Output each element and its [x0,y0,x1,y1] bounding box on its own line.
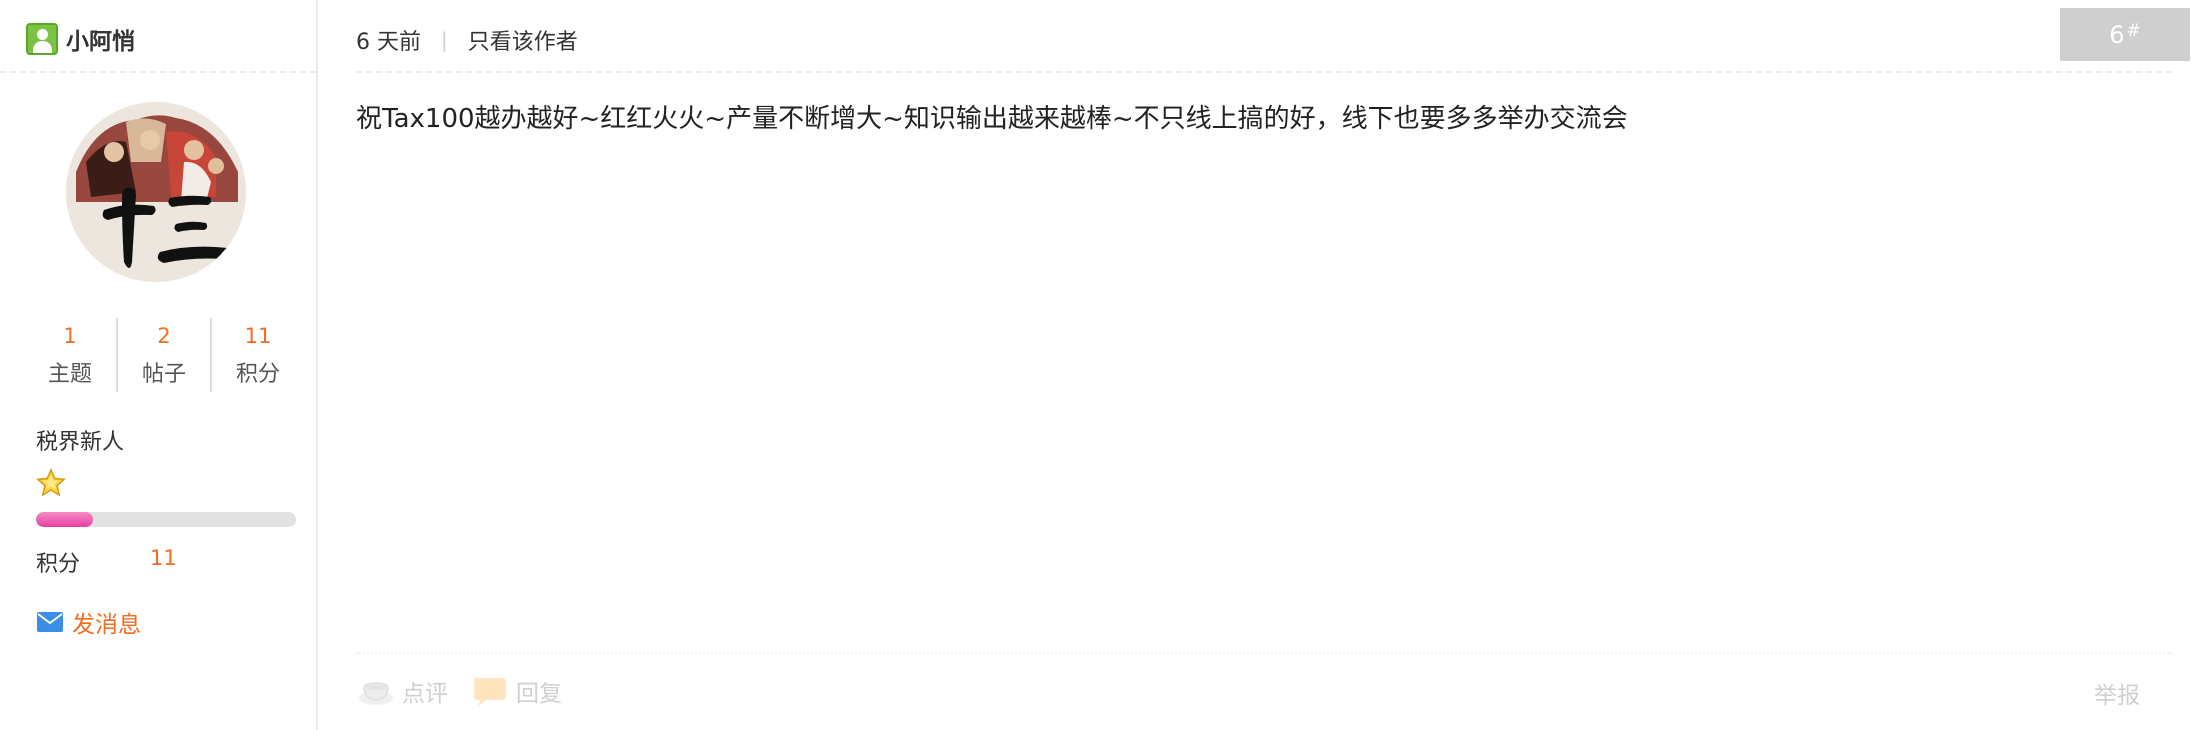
report-link[interactable]: 举报 [2094,676,2140,710]
mail-icon [37,612,63,632]
stat-credits[interactable]: 11 积分 [210,318,304,392]
stat-label: 积分 [235,362,280,387]
stat-label: 主题 [47,362,92,387]
star-icon [36,468,66,497]
send-message-label: 发消息 [72,612,141,638]
level-progress-fill [36,512,94,527]
reply-button[interactable]: 回复 [470,674,562,708]
stat-label: 帖子 [141,362,186,387]
meta-separator: | [441,28,448,52]
user-icon [26,23,58,55]
floor-number-badge[interactable]: 6 # [2060,8,2190,61]
user-stats: 1 主题 2 帖子 11 积分 [24,318,304,392]
author-name[interactable]: 小阿悄 [66,22,135,56]
post-actions: 点评 回复 [356,674,584,708]
post-time: 6 天前 [356,30,421,55]
user-rank[interactable]: 税界新人 [36,424,124,456]
stat-threads[interactable]: 1 主题 [24,318,116,392]
floor-number: 6 [2109,20,2125,49]
cup-icon [359,682,393,705]
stat-value: 1 [63,324,77,348]
level-progress-bar [36,512,296,527]
author-name-row: 小阿悄 [26,19,135,59]
comment-button[interactable]: 点评 [356,674,448,708]
divider [0,71,316,73]
divider [356,71,2172,73]
post-main: 6 天前 | 只看该作者 6 # 祝Tax100越办越好~红红火火~产量不断增大~… [318,0,2198,730]
avatar[interactable] [66,102,246,282]
speech-bubble-icon [474,678,506,706]
post-meta: 6 天前 | 只看该作者 [356,24,578,56]
stat-posts[interactable]: 2 帖子 [116,318,210,392]
avatar-image [66,102,246,282]
post-content: 祝Tax100越办越好~红红火火~产量不断增大~知识输出越来越棒~不只线上搞的好… [356,104,1628,134]
author-panel: 小阿悄 1 主题 2 帖子 11 积分 税界新人 积分 11 发消息 [0,0,318,730]
divider [356,652,2172,654]
floor-suffix: # [2126,20,2141,41]
credit-label: 积分 [36,552,81,577]
send-message-link[interactable]: 发消息 [36,605,141,639]
comment-label: 点评 [402,681,448,707]
reply-label: 回复 [516,681,562,707]
author-only-link[interactable]: 只看该作者 [468,24,578,56]
stat-value: 2 [157,324,171,348]
credit-value: 11 [150,546,177,570]
stat-value: 11 [244,324,272,348]
forum-post: 小阿悄 1 主题 2 帖子 11 积分 税界新人 积分 11 发消息 6 天前 … [0,0,2198,730]
